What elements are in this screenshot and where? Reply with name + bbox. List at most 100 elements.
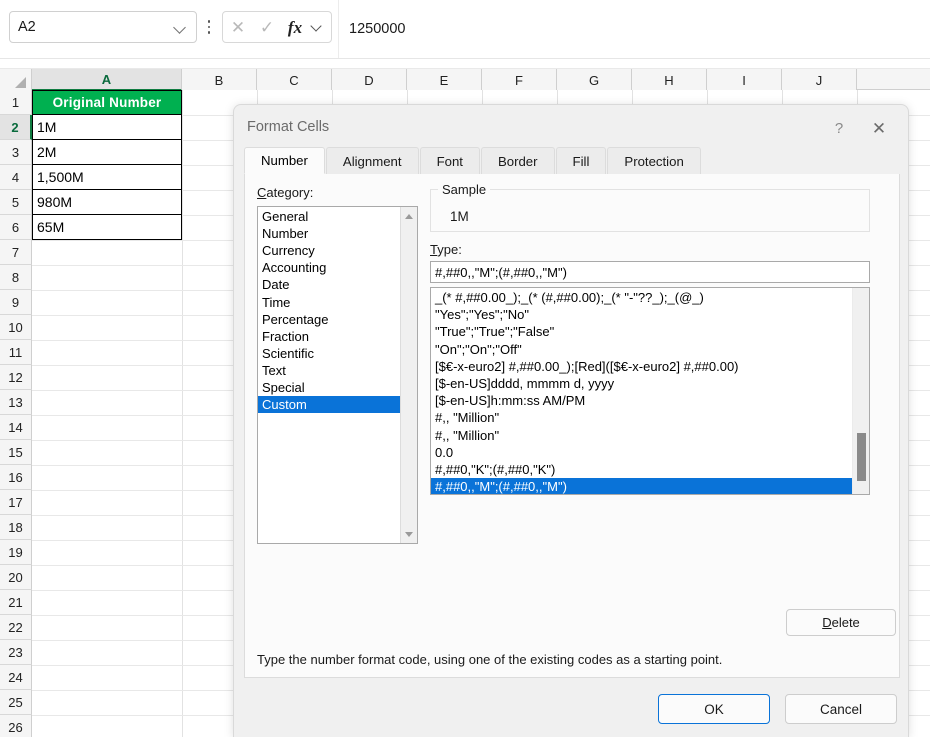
type-input[interactable]: #,##0,,"M";(#,##0,,"M"): [430, 261, 870, 283]
row-header-4[interactable]: 4: [0, 165, 32, 190]
help-icon[interactable]: ?: [828, 117, 850, 139]
row-header-13[interactable]: 13: [0, 390, 32, 415]
category-item-time[interactable]: Time: [258, 293, 400, 310]
type-item-4[interactable]: [$€-x-euro2] #,##0.00_);[Red]([$€-x-euro…: [431, 358, 852, 375]
row-header-6[interactable]: 6: [0, 215, 32, 240]
chevron-down-icon[interactable]: [309, 21, 327, 33]
type-item-2[interactable]: "True";"True";"False": [431, 323, 852, 340]
category-scrollbar[interactable]: [400, 207, 417, 543]
row-header-16[interactable]: 16: [0, 465, 32, 490]
cell-a5[interactable]: 980M: [32, 190, 182, 215]
type-item-0[interactable]: _(* #,##0.00_);_(* (#,##0.00);_(* "-"??_…: [431, 289, 852, 306]
cell-a3[interactable]: 2M: [32, 140, 182, 165]
category-item-number[interactable]: Number: [258, 225, 400, 242]
ok-button[interactable]: OK: [658, 694, 770, 724]
dialog-title: Format Cells: [247, 119, 330, 135]
row-header-25[interactable]: 25: [0, 690, 32, 715]
type-item-10[interactable]: #,##0,"K";(#,##0,"K"): [431, 461, 852, 478]
row-header-3[interactable]: 3: [0, 140, 32, 165]
row-header-10[interactable]: 10: [0, 315, 32, 340]
category-item-accounting[interactable]: Accounting: [258, 259, 400, 276]
row-header-22[interactable]: 22: [0, 615, 32, 640]
type-item-8[interactable]: #,, "Million": [431, 427, 852, 444]
column-headers: ABCDEFGHIJ: [0, 68, 930, 91]
row-header-17[interactable]: 17: [0, 490, 32, 515]
type-item-5[interactable]: [$-en-US]dddd, mmmm d, yyyy: [431, 375, 852, 392]
row-header-24[interactable]: 24: [0, 665, 32, 690]
scroll-up-icon[interactable]: [401, 208, 417, 224]
more-options-icon[interactable]: [203, 14, 215, 40]
cell-a1[interactable]: Original Number: [32, 90, 182, 115]
tab-border[interactable]: Border: [480, 147, 555, 174]
column-header-f[interactable]: F: [482, 69, 557, 91]
row-header-1[interactable]: 1: [0, 90, 32, 115]
row-header-21[interactable]: 21: [0, 590, 32, 615]
row-header-9[interactable]: 9: [0, 290, 32, 315]
cell-a2[interactable]: 1M: [32, 115, 182, 140]
type-scrollbar[interactable]: [852, 288, 869, 494]
type-item-11[interactable]: #,##0,,"M";(#,##0,,"M"): [431, 478, 852, 494]
row-header-11[interactable]: 11: [0, 340, 32, 365]
tab-alignment[interactable]: Alignment: [325, 147, 419, 174]
column-header-a[interactable]: A: [32, 69, 182, 91]
column-header-h[interactable]: H: [632, 69, 707, 91]
cancel-button[interactable]: Cancel: [785, 694, 897, 724]
category-listbox[interactable]: General Number Currency Accounting Date Time P…: [257, 206, 418, 544]
cell-a4[interactable]: 1,500M: [32, 165, 182, 190]
category-item-general[interactable]: General: [258, 208, 400, 225]
row-header-18[interactable]: 18: [0, 515, 32, 540]
formula-input[interactable]: 1250000: [338, 0, 930, 58]
select-all-button[interactable]: [0, 69, 32, 91]
category-item-currency[interactable]: Currency: [258, 242, 400, 259]
type-listbox[interactable]: _(* #,##0.00_);_(* (#,##0.00);_(* "-"??_…: [430, 287, 870, 495]
scroll-down-icon[interactable]: [401, 526, 417, 542]
delete-button[interactable]: Delete: [786, 609, 896, 636]
column-header-b[interactable]: B: [182, 69, 257, 91]
type-item-7[interactable]: #,, "Million": [431, 409, 852, 426]
row-header-23[interactable]: 23: [0, 640, 32, 665]
row-header-2[interactable]: 2: [0, 115, 32, 140]
tab-font[interactable]: Font: [419, 147, 480, 174]
type-item-6[interactable]: [$-en-US]h:mm:ss AM/PM: [431, 392, 852, 409]
category-item-fraction[interactable]: Fraction: [258, 328, 400, 345]
close-icon[interactable]: ✕: [223, 19, 253, 36]
category-item-date[interactable]: Date: [258, 276, 400, 293]
type-item-3[interactable]: "On";"On";"Off": [431, 341, 852, 358]
column-header-d[interactable]: D: [332, 69, 407, 91]
close-icon[interactable]: ✕: [868, 117, 890, 139]
formula-bar: A2 ✕ ✓ fx 1250000: [0, 0, 930, 59]
row-header-8[interactable]: 8: [0, 265, 32, 290]
column-header-c[interactable]: C: [257, 69, 332, 91]
category-item-special[interactable]: Special: [258, 379, 400, 396]
column-header-j[interactable]: J: [782, 69, 857, 91]
row-header-20[interactable]: 20: [0, 565, 32, 590]
tab-fill[interactable]: Fill: [555, 147, 607, 174]
column-header-e[interactable]: E: [407, 69, 482, 91]
row-header-12[interactable]: 12: [0, 365, 32, 390]
dialog-title-bar: Format Cells: [234, 105, 910, 149]
row-header-26[interactable]: 26: [0, 715, 32, 737]
name-box[interactable]: A2: [9, 11, 197, 43]
format-cells-dialog: Format Cells ? ✕ Number Alignment Font Bord…: [233, 104, 909, 737]
column-header-i[interactable]: I: [707, 69, 782, 91]
tab-number[interactable]: Number: [244, 147, 325, 174]
category-item-text[interactable]: Text: [258, 362, 400, 379]
row-header-5[interactable]: 5: [0, 190, 32, 215]
row-header-14[interactable]: 14: [0, 415, 32, 440]
scrollbar-thumb[interactable]: [857, 433, 866, 481]
check-icon[interactable]: ✓: [253, 19, 281, 36]
fx-icon[interactable]: fx: [281, 19, 309, 36]
column-header-g[interactable]: G: [557, 69, 632, 91]
type-item-1[interactable]: "Yes";"Yes";"No": [431, 306, 852, 323]
chevron-down-icon[interactable]: [174, 20, 188, 34]
row-header-7[interactable]: 7: [0, 240, 32, 265]
category-item-scientific[interactable]: Scientific: [258, 345, 400, 362]
category-item-percentage[interactable]: Percentage: [258, 311, 400, 328]
cell-a6[interactable]: 65M: [32, 215, 182, 240]
type-label: Type:: [430, 242, 462, 257]
category-item-custom[interactable]: Custom: [258, 396, 400, 414]
row-header-19[interactable]: 19: [0, 540, 32, 565]
type-item-9[interactable]: 0.0: [431, 444, 852, 461]
row-header-15[interactable]: 15: [0, 440, 32, 465]
tab-protection[interactable]: Protection: [607, 147, 701, 174]
